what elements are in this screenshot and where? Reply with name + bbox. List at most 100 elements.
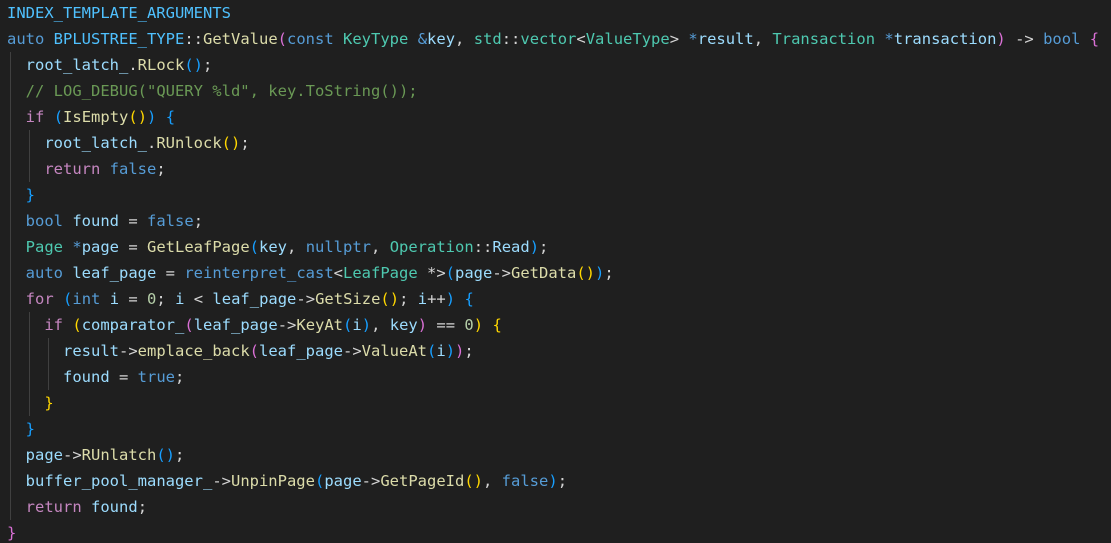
code-token: GetPageId — [380, 472, 465, 490]
code-token: Page — [25, 238, 63, 256]
code-token: LeafPage — [343, 264, 418, 282]
code-token: ; — [203, 56, 213, 74]
code-token: . — [146, 134, 157, 152]
code-token: i — [109, 290, 120, 308]
code-token: :: — [184, 30, 203, 48]
code-token: ) — [548, 472, 558, 490]
code-line: bool found = false; — [0, 208, 1111, 234]
indent-guide — [29, 156, 30, 182]
code-token: *> — [417, 264, 446, 282]
code-token: ( — [427, 342, 437, 360]
code-token: std — [473, 30, 502, 48]
code-token: ; — [175, 368, 185, 386]
code-line: } — [0, 416, 1111, 442]
code-token: = — [119, 290, 148, 308]
code-token: -> — [1005, 30, 1044, 48]
code-token: KeyAt — [296, 316, 344, 334]
code-token: nullptr — [305, 238, 372, 256]
code-token: // LOG_DEBUG("QUERY %ld", key.ToString()… — [25, 82, 418, 100]
code-token: return — [44, 160, 101, 178]
code-token: ; — [557, 472, 568, 490]
code-token: () — [156, 446, 175, 464]
code-token: false — [109, 160, 157, 178]
indent-guide — [29, 390, 30, 416]
code-token: false — [147, 212, 194, 230]
code-token: () — [128, 108, 148, 126]
code-token: reinterpret_cast — [184, 264, 334, 282]
indent-guide — [10, 390, 11, 416]
code-token: * — [688, 30, 698, 48]
code-line: if (IsEmpty()) { — [0, 104, 1111, 130]
code-line: page->RUnlatch(); — [0, 442, 1111, 468]
code-token: i — [352, 316, 362, 334]
code-token: () — [221, 134, 241, 152]
code-token: i — [175, 290, 185, 308]
indent-guide — [10, 364, 11, 390]
code-token: , — [753, 30, 773, 48]
indent-guide — [48, 364, 49, 390]
code-token: () — [184, 56, 204, 74]
code-editor[interactable]: INDEX_TEMPLATE_ARGUMENTS auto BPLUSTREE_T… — [0, 0, 1111, 543]
code-token: INDEX_TEMPLATE_ARGUMENTS — [7, 4, 231, 22]
code-token: -> — [492, 264, 511, 282]
code-line: } — [0, 520, 1111, 543]
code-token: = — [156, 264, 185, 282]
code-line: root_latch_.RLock(); — [0, 52, 1111, 78]
code-token: Transaction — [772, 30, 876, 48]
indent-guide — [10, 52, 11, 78]
code-token: page — [25, 446, 63, 464]
code-token: , — [455, 30, 474, 48]
code-token: root_latch_ — [25, 56, 129, 74]
code-token: leaf_page — [193, 316, 278, 334]
code-token: auto — [25, 264, 63, 282]
code-token: ; — [539, 238, 549, 256]
code-token: found — [91, 498, 138, 516]
code-line: found = true; — [0, 364, 1111, 390]
code-token: RUnlock — [156, 134, 222, 152]
code-line: return found; — [0, 494, 1111, 520]
indent-guide — [10, 468, 11, 494]
code-token: } — [25, 420, 36, 438]
code-token: result — [63, 342, 119, 360]
code-token: 0 — [147, 290, 157, 308]
indent-guide — [10, 130, 11, 156]
code-token: page — [455, 264, 493, 282]
code-token: ) — [455, 342, 465, 360]
indent-guide — [29, 338, 30, 364]
code-token: ValueAt — [361, 342, 427, 360]
indent-guide — [10, 494, 11, 520]
code-token: IsEmpty — [63, 108, 129, 126]
code-token: () — [380, 290, 400, 308]
code-token: ) — [361, 316, 372, 334]
code-token: () — [576, 264, 595, 282]
code-token: Read — [492, 238, 530, 256]
code-token: , — [371, 316, 390, 334]
indent-guide — [10, 338, 11, 364]
indent-guide — [10, 442, 11, 468]
indent-guide — [10, 104, 11, 130]
code-token: ; — [156, 160, 166, 178]
code-line: for (int i = 0; i < leaf_page->GetSize()… — [0, 286, 1111, 312]
code-token: comparator_ — [81, 316, 185, 334]
code-token: int — [72, 290, 101, 308]
code-token: < — [333, 264, 343, 282]
code-token: -> — [277, 316, 297, 334]
code-token: i — [436, 342, 446, 360]
code-token: ) — [445, 342, 456, 360]
indent-guide — [10, 416, 11, 442]
code-token: . — [128, 56, 138, 74]
code-token: = — [109, 368, 138, 386]
code-token: -> — [361, 472, 381, 490]
code-token: bool — [1043, 30, 1081, 48]
code-token: buffer_pool_manager_ — [25, 472, 213, 490]
code-token: { — [1089, 30, 1100, 48]
code-token: root_latch_ — [44, 134, 147, 152]
code-token: = — [119, 212, 148, 230]
code-token: false — [501, 472, 549, 490]
